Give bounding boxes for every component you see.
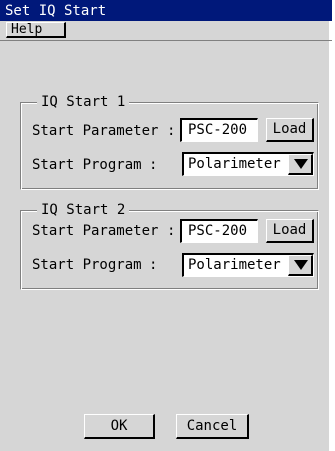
iq-start-2-group: IQ Start 2 Start Parameter : PSC-200 Loa…	[20, 201, 319, 290]
start-parameter-label: Start Parameter	[32, 223, 159, 239]
window-title: Set IQ Start	[5, 3, 107, 19]
start-parameter-field[interactable]: PSC-200	[180, 219, 258, 243]
title-bar: Set IQ Start	[0, 0, 332, 21]
load-button[interactable]: Load	[266, 219, 314, 243]
start-parameter-field[interactable]: PSC-200	[180, 118, 258, 142]
load-button[interactable]: Load	[266, 118, 314, 142]
triangle-down-icon	[294, 159, 308, 169]
group-title: IQ Start 1	[37, 93, 130, 111]
ok-button[interactable]: OK	[84, 414, 155, 439]
dropdown-button[interactable]	[288, 255, 313, 276]
iq-start-1-group: IQ Start 1 Start Parameter : PSC-200 Loa…	[20, 93, 319, 190]
separator: :	[149, 257, 158, 273]
cancel-button[interactable]: Cancel	[176, 414, 249, 439]
start-program-value: Polarimeter	[188, 257, 281, 273]
separator: :	[149, 157, 158, 173]
dialog-window: Set IQ Start Help IQ Start 1 Start Param…	[0, 0, 332, 451]
group-title: IQ Start 2	[37, 201, 130, 219]
start-program-value: Polarimeter	[188, 156, 281, 172]
triangle-down-icon	[294, 260, 308, 270]
start-program-label: Start Program	[32, 257, 142, 273]
start-program-label: Start Program	[32, 157, 142, 173]
start-parameter-label: Start Parameter	[32, 123, 159, 139]
menu-bar: Help	[0, 21, 332, 41]
start-program-select[interactable]: Polarimeter	[182, 253, 314, 277]
start-program-select[interactable]: Polarimeter	[182, 152, 314, 176]
dropdown-button[interactable]	[288, 154, 313, 175]
separator: :	[167, 123, 176, 139]
help-menu-button[interactable]: Help	[6, 22, 66, 38]
separator: :	[167, 223, 176, 239]
